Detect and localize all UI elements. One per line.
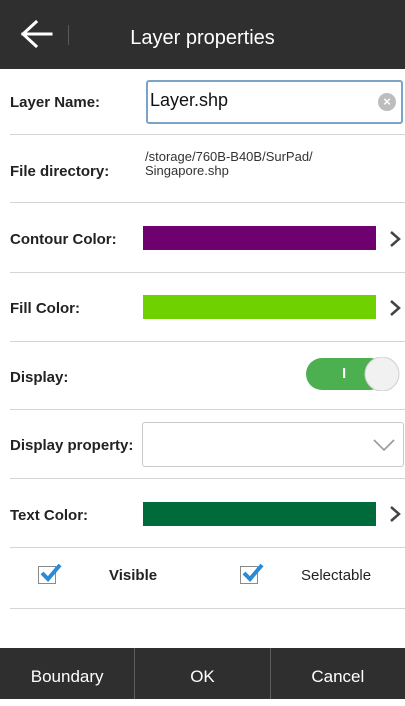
display-property-select[interactable]: [142, 422, 404, 467]
display-property-label: Display property:: [10, 437, 134, 454]
contour-color-label: Contour Color:: [10, 231, 117, 248]
text-color-swatch[interactable]: [143, 502, 376, 526]
file-directory-path-line1: /storage/760B-B40B/SurPad/: [145, 149, 313, 164]
file-directory-label: File directory:: [10, 163, 110, 180]
chevron-down-icon: [373, 439, 395, 451]
display-toggle[interactable]: I: [306, 356, 400, 392]
cancel-button[interactable]: Cancel: [271, 648, 405, 699]
layer-name-field[interactable]: ×: [146, 80, 403, 124]
layer-name-label: Layer Name:: [10, 94, 101, 111]
app-header: Layer properties: [0, 0, 405, 69]
clear-icon[interactable]: ×: [378, 93, 396, 111]
selectable-checkbox[interactable]: [240, 563, 264, 584]
fill-color-label: Fill Color:: [10, 300, 80, 317]
file-directory-path: /storage/760B-B40B/SurPad/ Singapore.shp: [145, 150, 313, 178]
page-title: Layer properties: [130, 27, 275, 49]
ok-button[interactable]: OK: [135, 648, 269, 699]
toggle-on-glyph: I: [342, 365, 347, 382]
selectable-label: Selectable: [301, 567, 372, 584]
chevron-right-icon[interactable]: [388, 230, 402, 248]
display-label: Display:: [10, 369, 69, 386]
boundary-button[interactable]: Boundary: [0, 648, 134, 699]
file-directory-path-line2: Singapore.shp: [145, 163, 229, 178]
footer-bar: Boundary OK Cancel: [0, 648, 405, 699]
chevron-right-icon[interactable]: [388, 505, 402, 523]
layer-name-input[interactable]: [150, 90, 370, 111]
fill-color-swatch[interactable]: [143, 295, 376, 319]
text-color-label: Text Color:: [10, 507, 89, 524]
visible-checkbox[interactable]: [38, 563, 62, 584]
visible-label: Visible: [109, 567, 158, 584]
chevron-right-icon[interactable]: [388, 299, 402, 317]
contour-color-swatch[interactable]: [143, 226, 376, 250]
